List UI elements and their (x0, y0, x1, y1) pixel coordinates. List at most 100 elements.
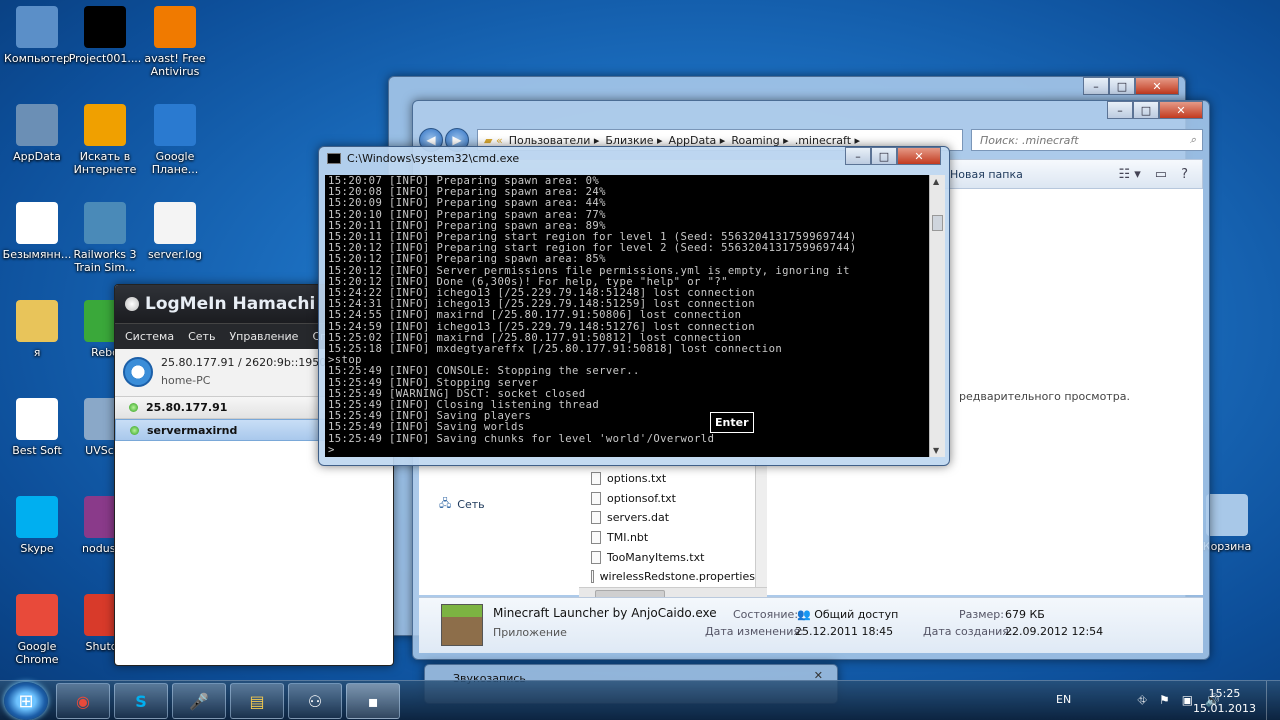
new-folder-button[interactable]: Новая папка (950, 168, 1023, 181)
minecraft-block-icon (441, 604, 483, 646)
minimize-button[interactable]: – (845, 147, 871, 165)
desktop-icon[interactable]: Best Soft (0, 398, 74, 457)
nav-item-network[interactable]: 🖧 Сеть (439, 495, 485, 514)
console-line: 15:25:49 [INFO] Saving chunks for level … (328, 432, 715, 445)
chrome-icon (16, 594, 58, 636)
desktop-icon-label: Искать в Интернете (73, 150, 137, 176)
desktop-icon[interactable]: я (0, 300, 74, 359)
maximize-button[interactable]: □ (1133, 101, 1159, 119)
language-indicator[interactable]: EN (1056, 693, 1071, 706)
menu-item[interactable]: Управление (229, 330, 298, 343)
desktop-icon[interactable]: Project001.... (68, 6, 142, 65)
desktop-icon[interactable]: avast! Free Antivirus (138, 6, 212, 78)
clock[interactable]: 15:25 15.01.2013 (1193, 686, 1256, 716)
preview-pane-icon[interactable]: ▭ (1155, 167, 1167, 182)
scroll-down-icon[interactable]: ▼ (933, 446, 939, 455)
file-icon (591, 550, 601, 564)
taskbar-hamachi-icon[interactable]: ⚇ (288, 683, 342, 719)
file-item[interactable]: TMI.nbt (591, 528, 755, 548)
desktop-icon[interactable]: Искать в Интернете (68, 104, 142, 176)
own-ip: 25.80.177.91 / 2620:9b::1950: (161, 356, 330, 369)
document-icon (16, 202, 58, 244)
minimize-button[interactable]: – (1083, 77, 1109, 95)
breadcrumb-item[interactable]: AppData ▸ (669, 134, 726, 147)
caption-buttons: – □ ✕ (1107, 101, 1203, 119)
taskbar-cmd-icon[interactable]: ▪ (346, 683, 400, 719)
file-type: Приложение (493, 626, 567, 639)
minimize-button[interactable]: – (1107, 101, 1133, 119)
tray-flag-icon[interactable]: ⚑ (1159, 693, 1170, 708)
close-button[interactable]: ✕ (1159, 101, 1203, 119)
view-options-icon[interactable]: ☷ ▾ (1118, 167, 1140, 182)
breadcrumb-item[interactable]: Близкие ▸ (605, 134, 662, 147)
text-file-icon (154, 202, 196, 244)
console-line: 15:25:18 [INFO] mxdegtyareffx [/25.80.17… (328, 343, 783, 356)
desktop-icon-label: я (33, 346, 41, 359)
desktop-icon[interactable]: Railworks 3 Train Sim... (68, 202, 142, 274)
show-desktop-button[interactable] (1266, 681, 1280, 720)
taskbar: ⊞ ◉ S 🎤 ▤ ⚇ ▪ EN ⛗ ⚑ ▣ 🔊 15:25 15.01.201… (0, 680, 1280, 720)
desktop-icon[interactable]: Безымянн... (0, 202, 74, 261)
start-button[interactable]: ⊞ (4, 682, 48, 720)
console-scrollbar[interactable]: ▲ ▼ (929, 175, 945, 457)
search-input[interactable]: Поиск: .minecraft ⌕ (971, 129, 1203, 151)
tray-network-icon[interactable]: ⛗ (1137, 693, 1147, 708)
desktop-icon[interactable]: Google Плане... (138, 104, 212, 176)
close-button[interactable]: ✕ (1135, 77, 1179, 95)
avast-icon (154, 6, 196, 48)
file-item[interactable]: options.txt (591, 469, 755, 489)
details-pane: Minecraft Launcher by AnjoCaido.exe Прил… (419, 597, 1203, 653)
status-online-icon (129, 403, 138, 412)
console-line: > (328, 443, 335, 456)
desktop-icon-label: Skype (20, 542, 54, 555)
file-item[interactable]: TooManyItems.txt (591, 547, 755, 567)
desktop-icon[interactable]: Skype (0, 496, 74, 555)
close-button[interactable]: ✕ (897, 147, 941, 165)
desktop-icon[interactable]: AppData (0, 104, 74, 163)
modified-value: 25.12.2011 18:45 (795, 625, 894, 638)
search-icon: ⌕ (1189, 133, 1196, 146)
desktop-icon-label: Безымянн... (2, 248, 72, 261)
taskbar-explorer-icon[interactable]: ▤ (230, 683, 284, 719)
file-item[interactable]: servers.dat (591, 508, 755, 528)
file-list-scrollbar[interactable] (755, 459, 767, 589)
breadcrumb-item[interactable]: Roaming ▸ (731, 134, 788, 147)
file-list: options.txt optionsof.txt servers.dat TMI.n… (591, 469, 755, 587)
console-line: 15:24:55 [INFO] maxirnd [/25.80.177.91:5… (328, 309, 742, 322)
maximize-button[interactable]: □ (1109, 77, 1135, 95)
desktop-icon[interactable]: Google Chrome (0, 594, 74, 666)
maximize-button[interactable]: □ (871, 147, 897, 165)
created-value: 22.09.2012 12:54 (1005, 625, 1104, 638)
menu-item[interactable]: Система (125, 330, 174, 343)
scroll-thumb[interactable] (932, 215, 943, 231)
desktop-icon[interactable]: server.log (138, 202, 212, 261)
file-icon (591, 531, 601, 545)
desktop-icon[interactable]: Компьютер (0, 6, 74, 65)
file-item[interactable]: optionsof.txt (591, 489, 755, 509)
file-item[interactable]: wirelessRedstone.properties (591, 567, 755, 587)
network-icon: 🖧 (439, 497, 452, 510)
menu-item[interactable]: Сеть (188, 330, 215, 343)
desktop-icon-label: server.log (147, 248, 203, 261)
console-line: 15:20:09 [INFO] Preparing spawn area: 44… (328, 197, 606, 210)
network-label: 25.80.177.91 (146, 401, 228, 414)
file-icon (591, 570, 594, 584)
host-name: home-PC (161, 374, 211, 387)
state-value: 👥 Общий доступ (797, 608, 899, 621)
scroll-up-icon[interactable]: ▲ (933, 177, 939, 186)
logmein-logo-icon (125, 297, 139, 311)
caption-buttons: – □ ✕ (1083, 77, 1179, 95)
console-output[interactable]: 15:20:07 [INFO] Preparing spawn area: 0%… (325, 175, 929, 457)
taskbar-chrome-icon[interactable]: ◉ (56, 683, 110, 719)
taskbar-skype-icon[interactable]: S (114, 683, 168, 719)
desktop-icon-label: Project001.... (68, 52, 142, 65)
help-icon[interactable]: ? (1181, 167, 1188, 182)
cmd-window[interactable]: C:\Windows\system32\cmd.exe – □ ✕ 15:20:… (318, 146, 950, 466)
breadcrumb-item[interactable]: Пользователи ▸ (509, 134, 600, 147)
file-name: optionsof.txt (607, 491, 676, 505)
power-icon[interactable] (123, 357, 153, 387)
taskbar-microphone-icon[interactable]: 🎤 (172, 683, 226, 719)
tray-app-icon[interactable]: ▣ (1182, 693, 1193, 708)
folder-icon (16, 104, 58, 146)
breadcrumb-item[interactable]: .minecraft ▸ (795, 134, 860, 147)
